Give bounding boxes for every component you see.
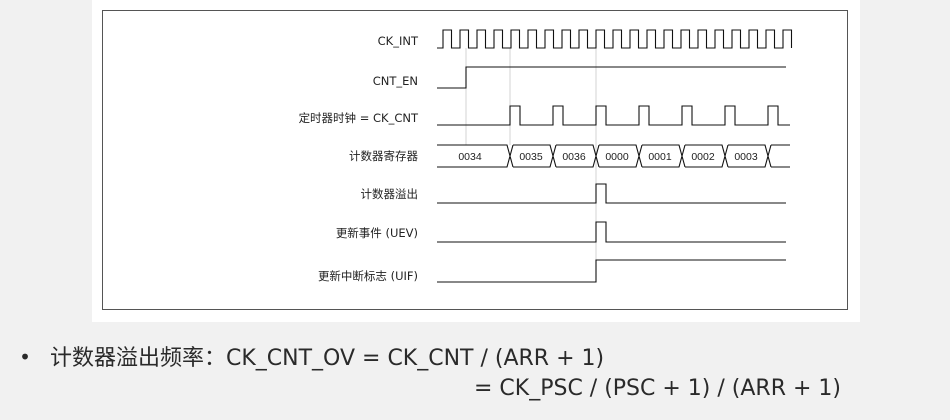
waveform-update-event — [437, 221, 786, 243]
waveform-cnt-en — [437, 66, 786, 89]
signal-label-counter-register: 计数器寄存器 — [349, 149, 418, 163]
signal-label-update-interrupt-flag: 更新中断标志 (UIF) — [318, 269, 418, 283]
signal-label-cnt-en: CNT_EN — [373, 74, 418, 88]
formula-line-1: 计数器溢出频率：CK_CNT_OV = CK_CNT / (ARR + 1) — [50, 346, 605, 371]
register-value: 0000 — [605, 151, 629, 163]
signal-label-update-event: 更新事件 (UEV) — [336, 226, 418, 240]
register-value: 0001 — [648, 151, 672, 163]
waveform-counter-overflow — [437, 183, 786, 204]
timing-diagram: CK_INT CNT_EN 定时器时钟 = CK_CNT 计数器寄存器 计数器溢… — [299, 29, 793, 283]
signal-label-counter-overflow: 计数器溢出 — [361, 187, 419, 201]
register-value: 0002 — [691, 151, 715, 163]
register-value: 0003 — [734, 151, 758, 163]
signal-label-ck-int: CK_INT — [378, 34, 419, 48]
bullet-icon: • — [19, 345, 31, 369]
register-value: 0036 — [562, 151, 586, 163]
waveform-timer-clock — [437, 105, 790, 126]
waveform-ck-int — [437, 29, 793, 49]
waveform-update-interrupt-flag — [437, 259, 786, 283]
register-value: 0035 — [519, 151, 543, 163]
signal-label-timer-clock: 定时器时钟 = CK_CNT — [299, 111, 419, 125]
register-value: 0034 — [458, 151, 482, 163]
formula-line-2: = CK_PSC / (PSC + 1) / (ARR + 1) — [474, 376, 841, 401]
